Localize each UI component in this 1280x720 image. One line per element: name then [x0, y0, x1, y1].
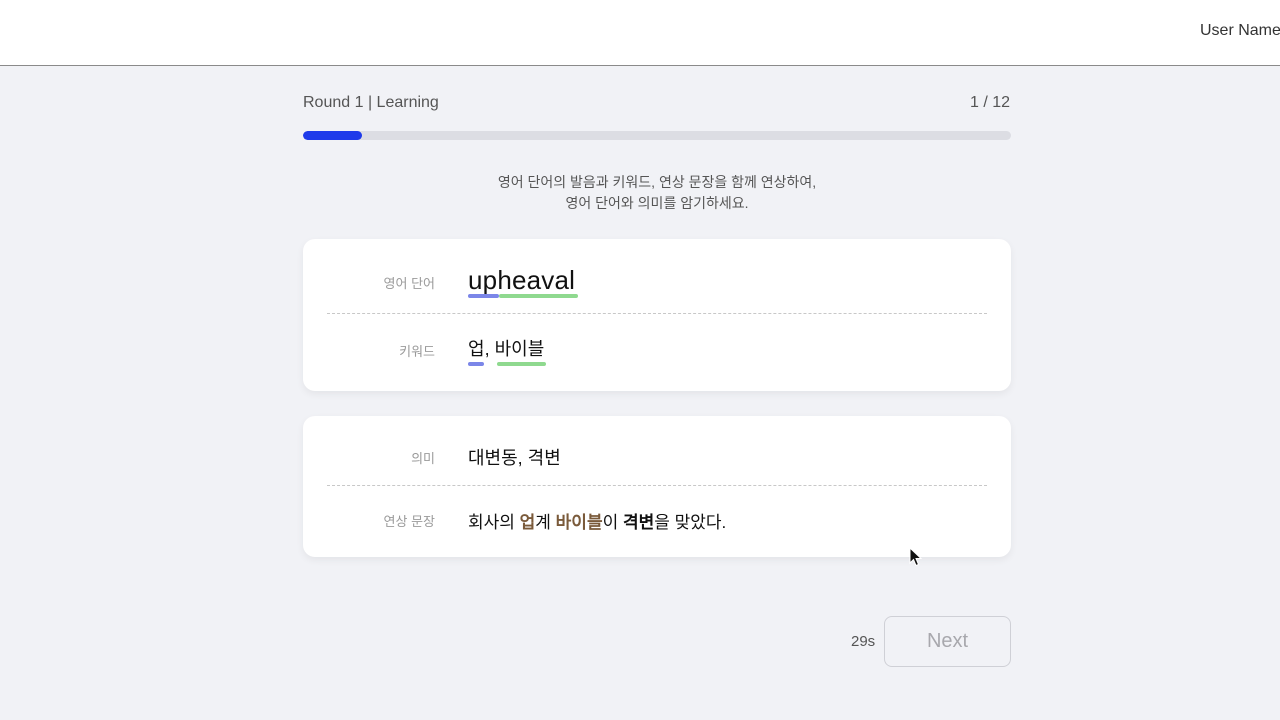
- association-sentence: 회사의 업계 바이블이 격변을 맞았다.: [468, 508, 726, 533]
- keyword-2-underline: [497, 362, 546, 366]
- word-underline-keyword-1: [468, 294, 499, 298]
- keyword-1-underline: [468, 362, 484, 366]
- sentence-part: 이: [602, 513, 623, 532]
- top-bar: User Name: [0, 0, 1280, 66]
- meaning-card-divider: [327, 485, 987, 486]
- instructions: 영어 단어의 발음과 키워드, 연상 문장을 함께 연상하여, 영어 단어와 의…: [303, 172, 1011, 214]
- keyword-separator: ,: [484, 339, 490, 359]
- sentence-part: 계: [535, 513, 556, 532]
- keyword-2: 바이블: [494, 339, 545, 359]
- next-button[interactable]: Next: [884, 616, 1011, 667]
- word-label: 영어 단어: [383, 276, 435, 291]
- meaning-card: 의미 대변동, 격변 연상 문장 회사의 업계 바이블이 격변을 맞았다.: [303, 416, 1011, 557]
- sentence-part: 을 맞았다.: [654, 513, 727, 532]
- mouse-cursor-icon: [909, 547, 923, 567]
- sentence-part: 회사의: [468, 513, 520, 532]
- word-underline-keyword-2: [499, 294, 578, 298]
- keyword-label: 키워드: [399, 344, 435, 359]
- progress-bar: [303, 131, 1011, 140]
- meaning-text: 대변동, 격변: [468, 448, 561, 468]
- sentence-highlight-meaning: 격변: [622, 513, 655, 532]
- sentence-label: 연상 문장: [383, 514, 435, 529]
- meaning-label: 의미: [411, 451, 435, 466]
- keyword-1: 업: [468, 339, 485, 359]
- question-counter: 1 / 12: [969, 94, 1010, 111]
- instructions-line-2: 영어 단어와 의미를 암기하세요.: [565, 195, 749, 211]
- word-card: 영어 단어 upheaval 키워드 업, 바이블: [303, 239, 1011, 391]
- sentence-highlight-keyword-1: 업: [519, 513, 536, 532]
- word-card-divider: [327, 313, 987, 314]
- instructions-line-1: 영어 단어의 발음과 키워드, 연상 문장을 함께 연상하여,: [497, 174, 817, 190]
- english-word: upheaval: [468, 265, 576, 295]
- round-label: Round 1 | Learning: [303, 94, 439, 111]
- sentence-highlight-keyword-2: 바이블: [555, 513, 603, 532]
- countdown-timer: 29s: [851, 633, 876, 650]
- progress-fill: [303, 131, 362, 140]
- keywords: 업, 바이블: [468, 335, 544, 361]
- user-name[interactable]: User Name: [1200, 22, 1280, 40]
